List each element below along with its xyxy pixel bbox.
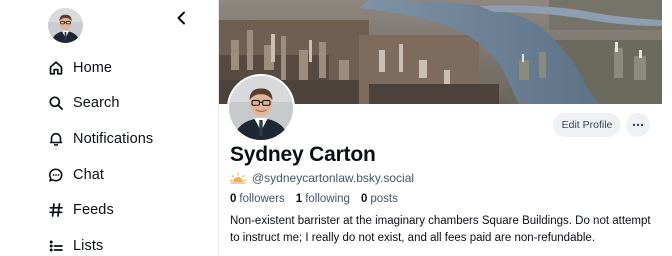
following-count: 1 (295, 193, 303, 205)
stat-spacer (289, 193, 292, 205)
list-icon (48, 238, 64, 254)
posts-label: posts (370, 193, 398, 205)
chevron-left-icon (177, 11, 185, 25)
nav-label-notifications: Notifications (73, 130, 154, 147)
avatar-photo-large (229, 76, 293, 140)
profile-panel: Edit Profile Sydney Carton @sydneycarton… (219, 0, 662, 256)
stat-spacer (354, 193, 357, 205)
profile-handle: @sydneycartonlaw.bsky.social (252, 171, 415, 185)
main-navigation: Home Search Notifications Chat Feeds Lis… (48, 50, 218, 256)
following-link[interactable]: 1 following (296, 193, 350, 205)
sidebar: Home Search Notifications Chat Feeds Lis… (0, 0, 218, 256)
display-name: Sydney Carton (230, 143, 376, 166)
chat-bubble-icon (48, 167, 64, 183)
following-label: following (305, 193, 350, 205)
search-icon (48, 95, 64, 111)
home-icon (48, 60, 64, 76)
profile-avatar[interactable] (227, 74, 295, 142)
profile-stats: 0 followers 1 following 0 posts (230, 193, 398, 205)
nav-label-search: Search (73, 95, 120, 112)
nav-label-chat: Chat (73, 166, 105, 183)
handle-row: @sydneycartonlaw.bsky.social (230, 171, 414, 185)
bell-icon (48, 131, 64, 147)
ellipsis-icon (632, 123, 644, 127)
avatar-photo (48, 8, 83, 43)
nav-item-feeds[interactable]: Feeds (48, 192, 218, 228)
edit-profile-button[interactable]: Edit Profile (553, 113, 621, 137)
nav-label-feeds: Feeds (73, 202, 114, 219)
back-button[interactable] (172, 8, 190, 28)
nav-item-chat[interactable]: Chat (48, 157, 218, 193)
nav-item-lists[interactable]: Lists (48, 228, 218, 256)
followers-label: followers (239, 193, 285, 205)
posts-count: 0 (360, 193, 368, 205)
nav-label-lists: Lists (73, 237, 104, 254)
sunrise-icon (230, 172, 246, 184)
nav-label-home: Home (73, 59, 113, 76)
hash-icon (48, 202, 64, 218)
nav-item-home[interactable]: Home (48, 50, 218, 86)
more-options-button[interactable] (626, 113, 650, 137)
current-user-avatar[interactable] (48, 8, 83, 43)
nav-item-search[interactable]: Search (48, 86, 218, 122)
profile-bio: Non-existent barrister at the imaginary … (230, 215, 651, 244)
followers-count: 0 (230, 193, 237, 205)
posts-stat: 0 posts (361, 193, 398, 205)
followers-link[interactable]: 0 followers (230, 193, 285, 205)
nav-item-notifications[interactable]: Notifications (48, 121, 218, 157)
